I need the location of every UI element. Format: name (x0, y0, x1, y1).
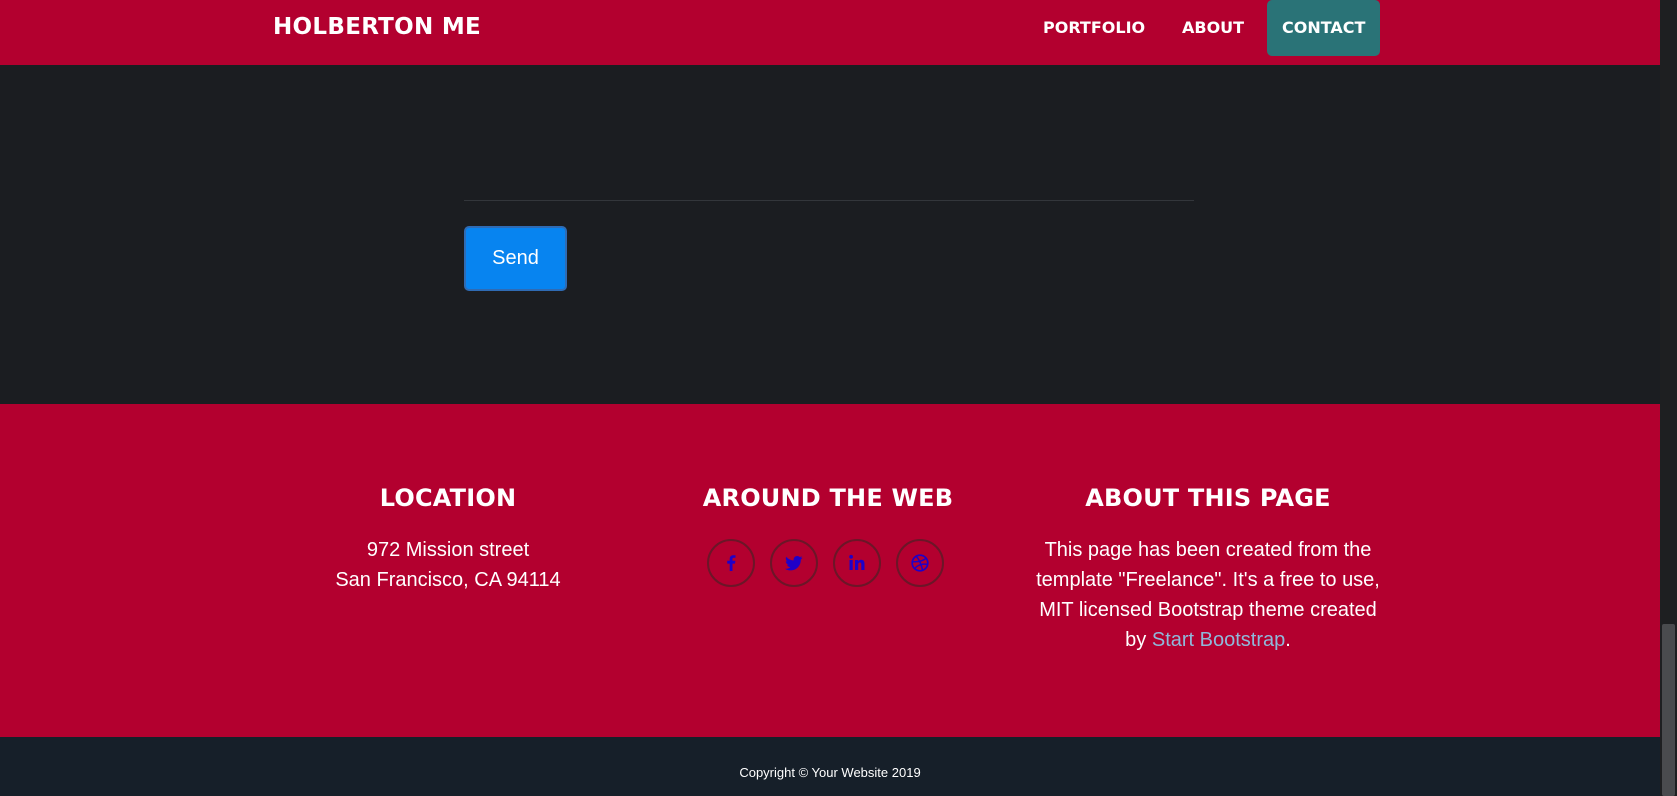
about-heading: ABOUT THIS PAGE (1085, 484, 1331, 512)
address-line-1: 972 Mission street (366, 539, 530, 561)
linkedin-icon (849, 554, 865, 570)
brand-logo[interactable]: HOLBERTON ME (273, 14, 481, 40)
about-period: . (1285, 629, 1291, 651)
footer-about: ABOUT THIS PAGE This page has been creat… (1034, 482, 1382, 655)
scrollbar-thumb[interactable] (1662, 624, 1675, 796)
start-bootstrap-link[interactable]: Start Bootstrap (1152, 629, 1285, 651)
footer-around-the-web: AROUND THE WEB (678, 482, 978, 587)
facebook-button[interactable] (707, 539, 755, 587)
about-text: This page has been created from the temp… (1034, 535, 1382, 655)
around-the-web-heading: AROUND THE WEB (702, 484, 954, 512)
social-links (707, 539, 949, 595)
nav-link-about[interactable]: ABOUT (1167, 0, 1259, 56)
twitter-button[interactable] (770, 539, 818, 587)
twitter-icon (785, 556, 803, 571)
location-heading: LOCATION (379, 484, 517, 512)
facebook-icon (727, 555, 736, 571)
send-button[interactable]: Send (464, 226, 567, 291)
nav-link-portfolio[interactable]: PORTFOLIO (1028, 0, 1160, 56)
nav-link-contact[interactable]: CONTACT (1267, 0, 1380, 56)
scrollbar[interactable] (1660, 0, 1677, 796)
location-address: 972 Mission street San Francisco, CA 941… (298, 535, 598, 595)
contact-section: Send (0, 65, 1660, 404)
copyright-text: Copyright © Your Website 2019 (739, 765, 921, 780)
footer: LOCATION 972 Mission street San Francisc… (0, 404, 1660, 737)
dribbble-icon (911, 554, 929, 572)
footer-location: LOCATION 972 Mission street San Francisc… (298, 482, 598, 595)
linkedin-button[interactable] (833, 539, 881, 587)
navbar: HOLBERTON ME PORTFOLIO ABOUT CONTACT (0, 0, 1660, 65)
message-field-underline[interactable] (464, 200, 1194, 201)
dribbble-button[interactable] (896, 539, 944, 587)
copyright-bar: Copyright © Your Website 2019 (0, 737, 1660, 796)
address-line-2: San Francisco, CA 94114 (335, 569, 561, 591)
